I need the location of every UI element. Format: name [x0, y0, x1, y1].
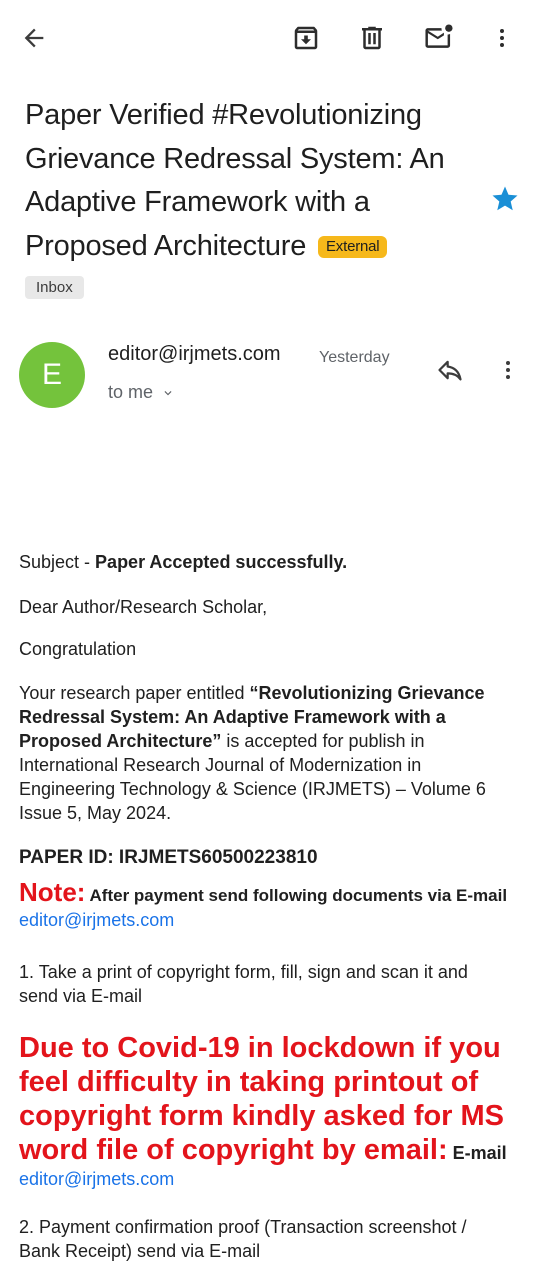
body-subject-line: Subject - Paper Accepted successfully.: [19, 552, 348, 572]
mail-unread-icon[interactable]: [423, 23, 455, 53]
recipients-label: to me: [108, 382, 154, 402]
message-more-icon[interactable]: [496, 356, 520, 384]
email-subject: Paper Verified #Revolutionizing Grievanc…: [25, 94, 475, 268]
covid-notice: Due to Covid-19 in lockdown if you feel …: [19, 1032, 507, 1189]
note-label: Note:: [19, 877, 86, 907]
greeting: Dear Author/Research Scholar,: [19, 597, 268, 617]
star-icon[interactable]: [490, 184, 520, 214]
congratulation: Congratulation: [19, 639, 137, 659]
acceptance-paragraph: Your research paper entitled “Revolution…: [19, 683, 486, 823]
step-2: 2. Payment confirmation proof (Transacti…: [19, 1217, 467, 1261]
arrow-back-icon[interactable]: [20, 24, 48, 52]
step-1: 1. Take a print of copyright form, fill,…: [19, 962, 468, 1006]
recipients-toggle[interactable]: to me: [108, 382, 175, 403]
external-badge: External: [318, 235, 388, 258]
top-app-bar: [0, 0, 535, 76]
chevron-down-icon: [161, 386, 175, 400]
payment-note: Note: After payment send following docum…: [19, 877, 508, 930]
avatar: E: [19, 342, 85, 408]
inbox-label-chip[interactable]: Inbox: [25, 276, 84, 299]
received-time: Yesterday: [319, 349, 390, 366]
trash-icon[interactable]: [357, 23, 387, 53]
archive-icon[interactable]: [291, 23, 321, 53]
paper-id: PAPER ID: IRJMETS60500223810: [19, 847, 318, 868]
covid-email-link[interactable]: editor@irjmets.com: [19, 1169, 174, 1189]
note-email-link[interactable]: editor@irjmets.com: [19, 910, 174, 930]
more-vert-icon[interactable]: [490, 24, 514, 52]
sender-address: editor@irjmets.com: [108, 343, 281, 365]
reply-icon[interactable]: [436, 356, 464, 384]
